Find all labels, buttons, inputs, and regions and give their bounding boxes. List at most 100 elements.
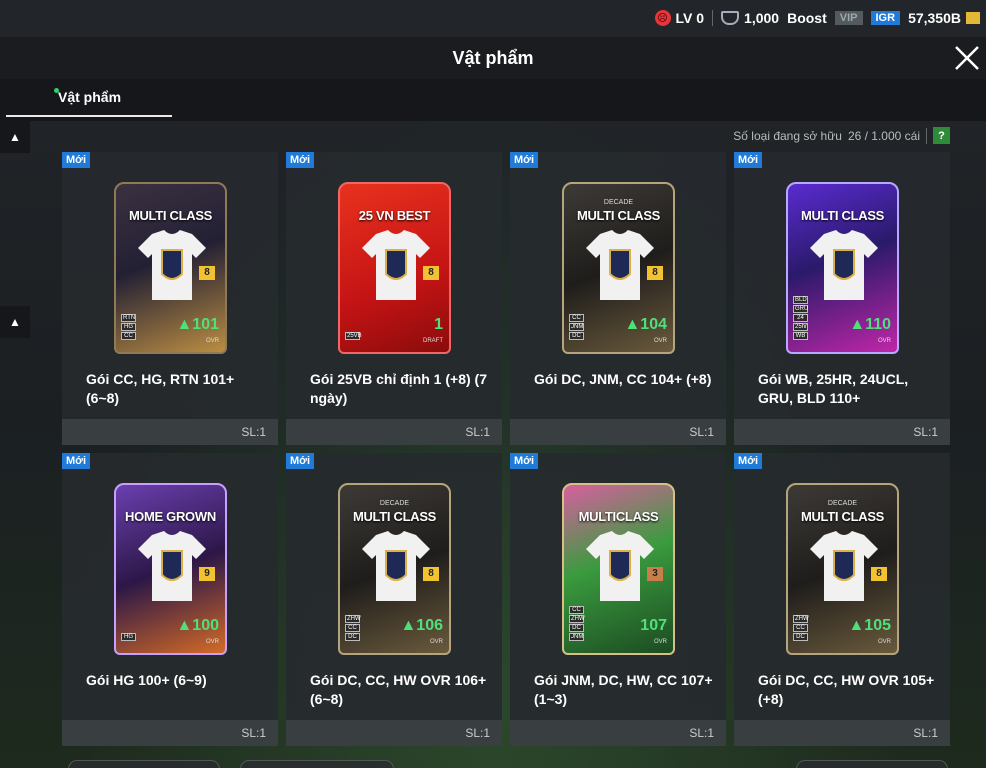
position-tag: WB <box>793 332 808 340</box>
bottom-button-3[interactable] <box>796 760 948 768</box>
item-quantity: SL:1 <box>286 419 502 445</box>
level-badge: 3 <box>647 567 663 581</box>
boost-label[interactable]: Boost <box>787 10 827 26</box>
item-card[interactable]: Mới HOME GROWN 9 HG ▲100 OVR Gói HG 100+… <box>62 453 278 746</box>
jersey-icon <box>586 230 654 300</box>
pack-card-image: DECADE MULTI CLASS 8 ZHW CC DC ▲105 OVR <box>786 483 899 655</box>
level-indicator[interactable]: ☹ LV 0 <box>654 10 705 26</box>
pack-card-image: DECADE MULTI CLASS 8 CC JNM DC ▲104 OVR <box>562 182 675 354</box>
item-card[interactable]: Mới MULTI CLASS 8 RTN HG CC ▲101 OVR Gói C… <box>62 152 278 445</box>
card-title: MULTICLASS <box>578 509 659 524</box>
card-subtitle: DECADE <box>603 199 634 206</box>
help-button[interactable]: ? <box>933 127 950 144</box>
position-tag: JNM <box>569 323 584 331</box>
tab-label: Vật phẩm <box>58 89 122 105</box>
ovr-value: ▲104 <box>624 316 667 333</box>
item-card[interactable]: Mới MULTI CLASS BLD GRU 24 25hr WB ▲110 OVR … <box>734 152 950 445</box>
vip-tag[interactable]: VIP <box>834 11 863 25</box>
ovr-label: OVR <box>877 338 891 344</box>
level-badge: 8 <box>423 266 439 280</box>
pack-card-image: DECADE MULTI CLASS 8 ZHW CC DC ▲106 OVR <box>338 483 451 655</box>
position-stack: ZHW CC DC <box>793 615 809 641</box>
item-name: Gói DC, CC, HW OVR 105+ (+8) <box>758 672 935 707</box>
level-badge: 9 <box>199 567 215 581</box>
ovr-label: OVR <box>653 639 667 645</box>
level-face-icon: ☹ <box>654 10 671 26</box>
item-card[interactable]: Mới DECADE MULTI CLASS 8 ZHW CC DC ▲106 OV… <box>286 453 502 746</box>
tab-items[interactable]: Vật phẩm <box>6 79 172 117</box>
new-badge: Mới <box>62 152 91 168</box>
card-subtitle: DECADE <box>379 500 410 507</box>
page-header: Vật phẩm <box>0 37 986 79</box>
tab-bar: Vật phẩm <box>0 79 986 121</box>
jersey-icon <box>810 230 878 300</box>
item-name: Gói DC, JNM, CC 104+ (+8) <box>534 371 712 387</box>
ovr-value: ▲100 <box>176 617 219 634</box>
position-stack: CC ZHW DC JNM <box>569 606 585 641</box>
close-icon[interactable] <box>952 43 982 73</box>
position-tag: 25VB <box>345 332 362 340</box>
position-tag: ZHW <box>793 615 809 623</box>
position-tag: DC <box>793 633 808 641</box>
position-tag: GRU <box>793 305 809 313</box>
ovr-label: DRAFT <box>423 338 443 344</box>
position-tag: BLD <box>793 296 808 304</box>
bp-value: 57,350B <box>908 10 961 26</box>
level-label: LV 0 <box>675 10 705 26</box>
coins-indicator[interactable]: 1,000 <box>721 10 779 26</box>
bottom-button-1[interactable] <box>68 760 220 768</box>
ovr-value: ▲110 <box>849 316 891 333</box>
jersey-icon <box>586 531 654 601</box>
igr-tag[interactable]: IGR <box>870 11 901 25</box>
ovr-label: OVR <box>653 338 667 344</box>
bottom-button-2[interactable] <box>240 760 394 768</box>
pack-card-image: 25 VN BEST 8 25VB 1 DRAFT <box>338 182 451 354</box>
card-title: MULTI CLASS <box>128 208 213 223</box>
jersey-icon <box>362 531 430 601</box>
new-badge: Mới <box>734 453 763 469</box>
card-subtitle: DECADE <box>827 500 858 507</box>
status-bar: ☹ LV 0 1,000 Boost VIP IGR 57,350B <box>0 0 986 36</box>
item-card[interactable]: Mới MULTICLASS 3 CC ZHW DC JNM 107 OVR Gói … <box>510 453 726 746</box>
position-stack: HG <box>121 633 136 641</box>
inventory-count: Số loại đang sở hữu 26 / 1.000 cái ? <box>733 127 950 144</box>
position-stack: CC JNM DC <box>569 314 584 340</box>
shield-coin-icon <box>721 11 740 25</box>
item-name: Gói HG 100+ (6~9) <box>86 672 207 688</box>
divider <box>712 10 714 26</box>
item-quantity: SL:1 <box>62 419 278 445</box>
position-tag: 25hr <box>793 323 808 331</box>
item-quantity: SL:1 <box>62 720 278 746</box>
coins-value: 1,000 <box>744 10 780 26</box>
ovr-value: ▲106 <box>400 617 443 634</box>
position-tag: 24 <box>793 314 808 322</box>
jersey-icon <box>138 531 206 601</box>
item-name: Gói 25VB chỉ định 1 (+8) (7 ngày) <box>310 371 487 406</box>
jersey-icon <box>138 230 206 300</box>
scroll-up-button-2[interactable]: ▲ <box>0 306 30 338</box>
item-card[interactable]: Mới DECADE MULTI CLASS 8 ZHW CC DC ▲105 OV… <box>734 453 950 746</box>
new-badge: Mới <box>734 152 763 168</box>
card-title: MULTI CLASS <box>576 208 661 223</box>
triangle-up-icon: ▲ <box>9 130 21 144</box>
item-quantity: SL:1 <box>510 419 726 445</box>
position-tag: HG <box>121 323 136 331</box>
jersey-icon <box>362 230 430 300</box>
position-tag: JNM <box>569 633 584 641</box>
bp-indicator[interactable]: 57,350B <box>908 10 980 26</box>
item-name: Gói JNM, DC, HW, CC 107+ (1~3) <box>534 672 713 707</box>
page-title: Vật phẩm <box>452 47 534 68</box>
card-title: HOME GROWN <box>125 509 216 524</box>
ovr-value: 1 <box>434 316 443 333</box>
new-badge: Mới <box>510 453 539 469</box>
item-name: Gói DC, CC, HW OVR 106+ (6~8) <box>310 672 487 707</box>
divider <box>926 127 927 144</box>
card-title: 25 VN BEST <box>358 208 431 223</box>
item-card[interactable]: Mới 25 VN BEST 8 25VB 1 DRAFT Gói 25VB c… <box>286 152 502 445</box>
pack-card-image: MULTI CLASS 8 RTN HG CC ▲101 OVR <box>114 182 227 354</box>
position-tag: CC <box>569 606 584 614</box>
pack-card-image: MULTICLASS 3 CC ZHW DC JNM 107 OVR <box>562 483 675 655</box>
scroll-up-button[interactable]: ▲ <box>0 121 30 153</box>
item-card[interactable]: Mới DECADE MULTI CLASS 8 CC JNM DC ▲104 OV… <box>510 152 726 445</box>
position-stack: 25VB <box>345 332 362 340</box>
